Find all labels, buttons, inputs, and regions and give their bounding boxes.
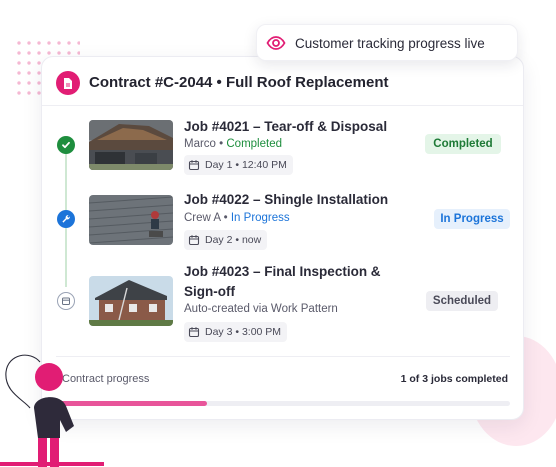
contract-title: Contract #C-2044 • Full Roof Replacement (89, 74, 389, 91)
contract-card: Contract #C-2044 • Full Roof Replacement… (41, 56, 524, 420)
person-illustration (5, 354, 74, 467)
calendar-icon (188, 235, 200, 246)
job-meta: Crew A • In Progress (184, 212, 290, 224)
job-thumbnail-shingles[interactable] (89, 195, 173, 245)
calendar-icon (57, 292, 75, 310)
status-badge-completed: Completed (425, 134, 501, 154)
eye-icon (266, 34, 286, 57)
job-title[interactable]: Job #4021 – Tear-off & Disposal (184, 117, 387, 137)
status-badge-in-progress: In Progress (434, 209, 510, 229)
job-status: In Progress (230, 212, 290, 224)
divider (56, 356, 510, 357)
schedule-chip: Day 1 • 12:40 PM (184, 155, 293, 175)
calendar-icon (188, 327, 200, 338)
tracking-banner-text: Customer tracking progress live (295, 36, 485, 51)
calendar-icon (188, 160, 200, 171)
contract-header: Contract #C-2044 • Full Roof Replacement (42, 57, 523, 106)
job-thumbnail-inspection[interactable] (89, 276, 173, 326)
decorative-baseline (0, 462, 104, 466)
job-meta: Marco • Completed (184, 138, 282, 150)
job-title[interactable]: Job #4023 – Final Inspection & Sign-off (184, 262, 381, 302)
status-badge-scheduled: Scheduled (426, 291, 498, 311)
tracking-banner[interactable]: Customer tracking progress live (256, 24, 518, 61)
job-thumbnail-tearoff[interactable] (89, 120, 173, 170)
job-title[interactable]: Job #4022 – Shingle Installation (184, 190, 388, 210)
document-icon (56, 71, 80, 95)
check-icon (57, 136, 75, 154)
progress-count: 1 of 3 jobs completed (400, 373, 508, 385)
job-meta: Auto-created via Work Pattern (184, 303, 338, 315)
schedule-chip: Day 3 • 3:00 PM (184, 322, 288, 342)
wrench-icon (57, 210, 75, 228)
job-status: Completed (226, 138, 282, 150)
progress-bar (56, 401, 510, 406)
schedule-chip: Day 2 • now (184, 230, 268, 250)
